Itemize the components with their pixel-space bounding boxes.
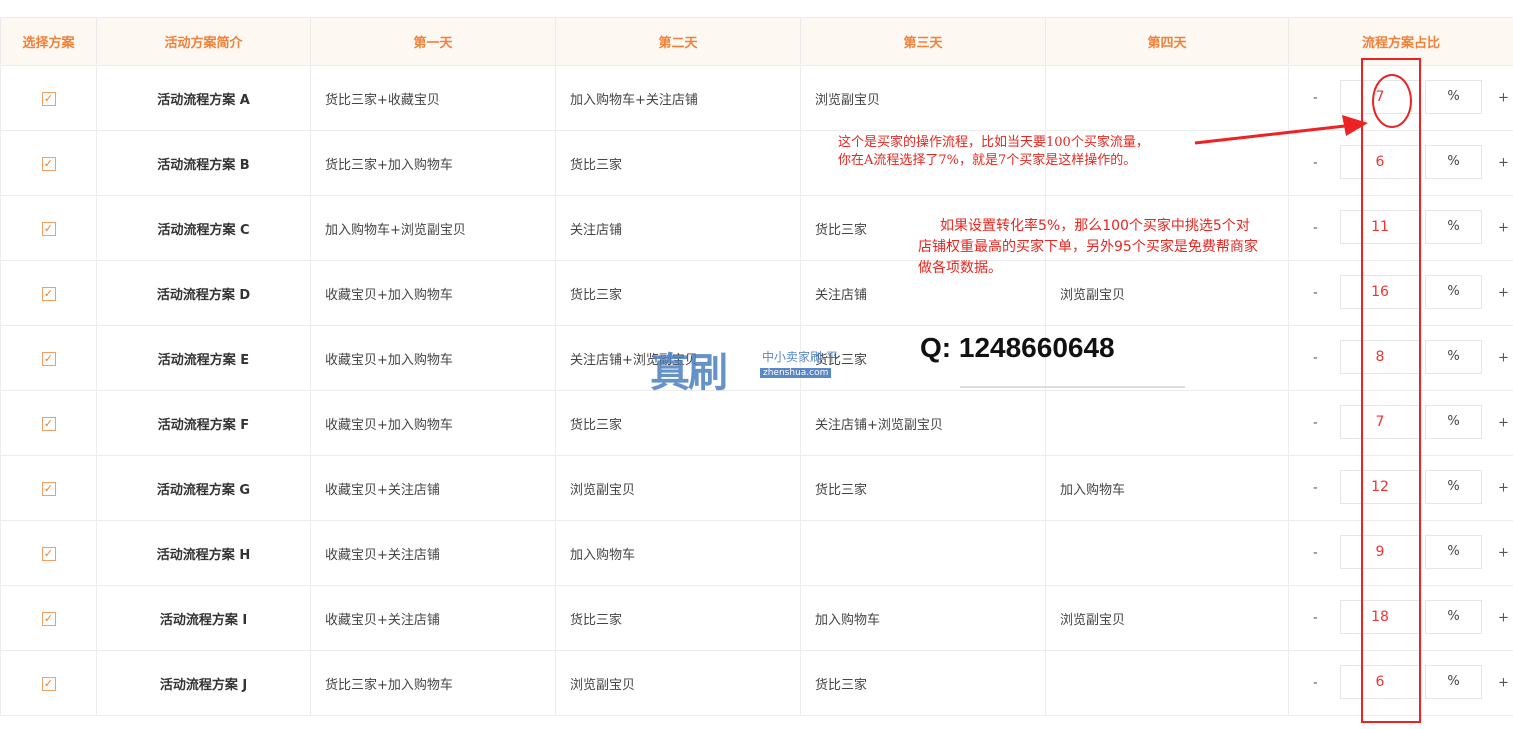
- watermark-tagline: 中小卖家刷 平: [762, 350, 838, 364]
- watermark-domain: zhenshua.com: [760, 368, 832, 378]
- qq-underline: [960, 386, 1185, 388]
- annotation-note-1-line1: 这个是买家的操作流程，比如当天要100个买家流量，: [838, 135, 1149, 150]
- annotation-note-1-line2: 你在A流程选择了7%，就是7个买家是这样操作的。: [838, 153, 1137, 168]
- annotation-note-1: 这个是买家的操作流程，比如当天要100个买家流量， 你在A流程选择了7%，就是7…: [838, 134, 1149, 170]
- qq-contact: Q: 1248660648: [920, 332, 1115, 363]
- annotation-note-2: 如果设置转化率5%，那么100个买家中挑选5个对店铺权重最高的买家下单，另外95…: [918, 218, 1258, 276]
- annotation-arrow: [1194, 115, 1368, 145]
- watermark-logo-text: 真刷: [650, 349, 728, 396]
- watermark-logo: 真刷 中小卖家刷 平 zhenshua.com: [650, 340, 838, 398]
